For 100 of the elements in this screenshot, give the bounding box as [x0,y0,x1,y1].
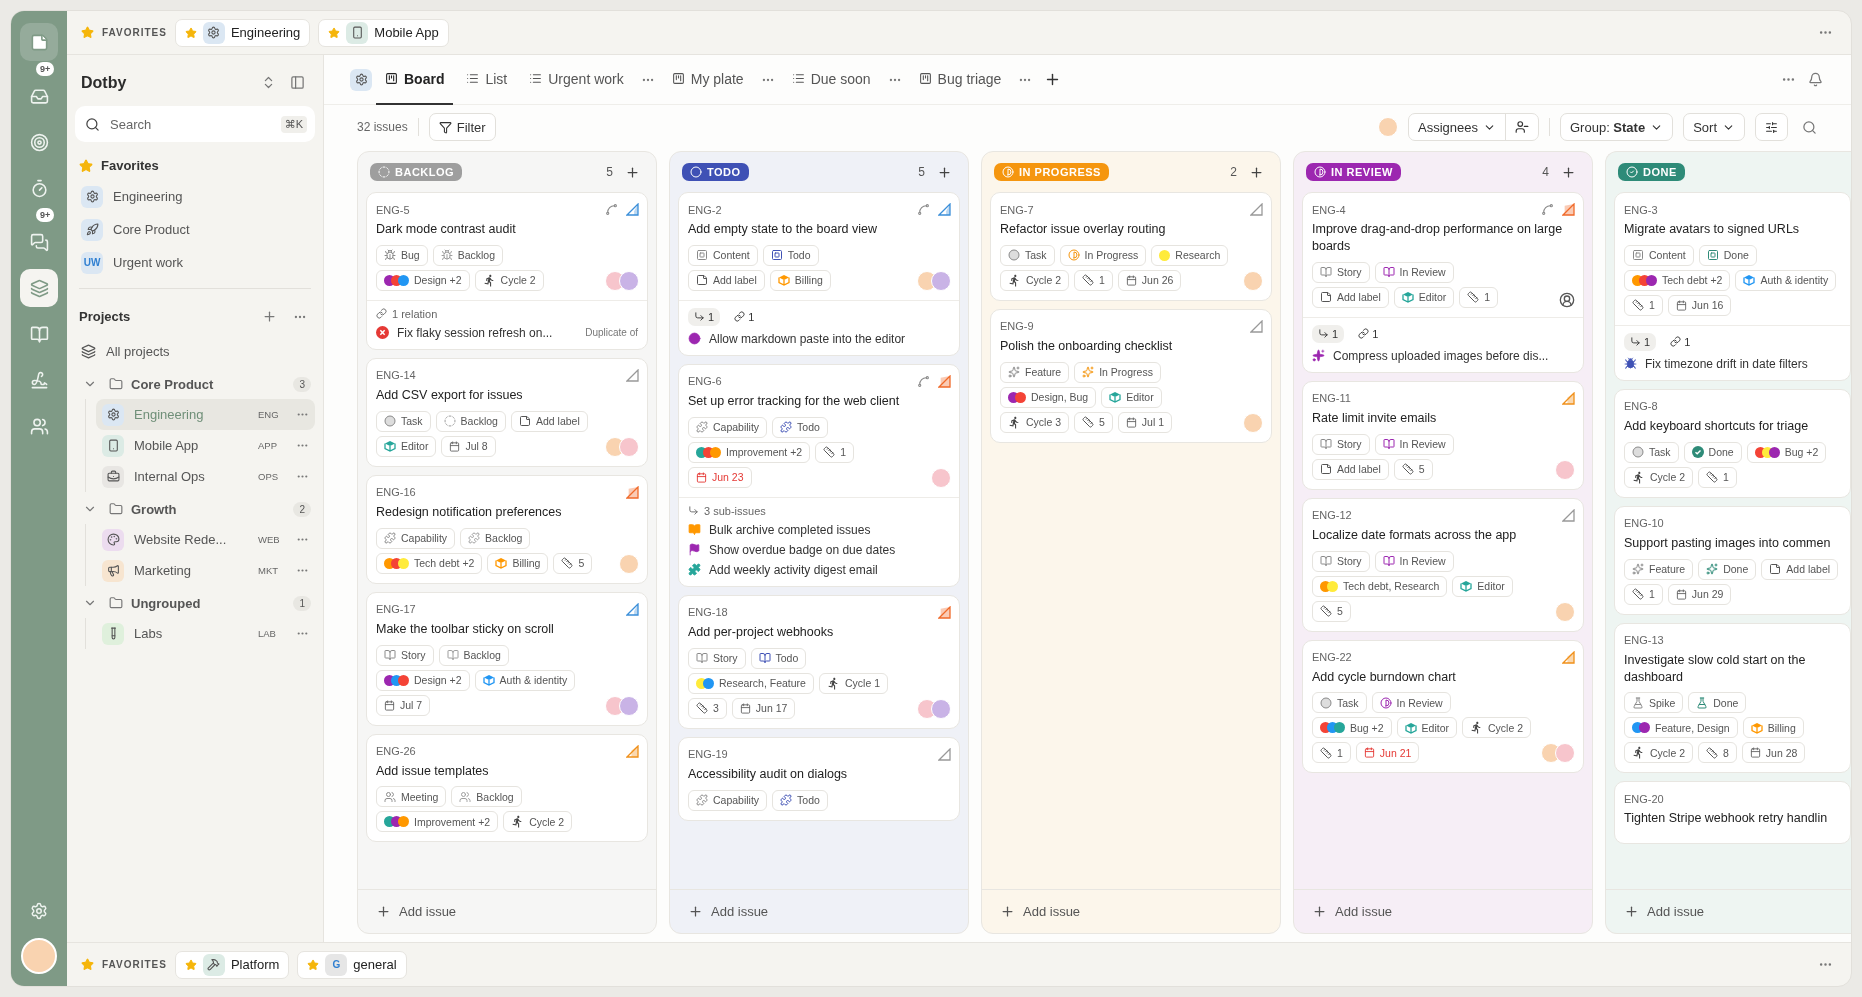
due-date-chip[interactable]: Jul 8 [441,435,496,457]
add-issue-button[interactable]: Add issue [682,903,775,920]
state-chip[interactable]: Done [1698,244,1757,266]
project-item[interactable]: Marketing MKT [96,555,315,586]
project-chip[interactable]: Editor [1101,386,1162,408]
linked-issue-title[interactable]: Bulk archive completed issues [709,522,950,537]
type-chip[interactable]: Feature [1000,361,1070,383]
favorite-item[interactable]: UW Urgent work [75,247,315,278]
issue-card[interactable]: ENG-26 Add issue templates Meeting Backlog Improvement +2 Cycle 2 [366,733,648,843]
project-item[interactable]: Mobile App APP [96,430,315,461]
favorite-chip[interactable]: Platform [174,950,290,979]
add-issue-button[interactable]: Add issue [1306,903,1399,920]
due-date-chip[interactable]: Jul 1 [1117,411,1173,433]
project-chip[interactable]: Editor [1452,575,1513,597]
add-label-chip[interactable]: Add label [1761,558,1839,580]
project-chip[interactable]: Billing [769,269,831,291]
label-chip[interactable]: Design, Bug [1000,386,1097,408]
type-chip[interactable]: Task [376,410,431,432]
avatar[interactable] [619,436,639,457]
type-chip[interactable]: Feature [1624,558,1694,580]
avatar[interactable] [1378,117,1398,137]
issue-card[interactable]: ENG-11 Rate limit invite emails Story In Review Add label 5 [1302,380,1584,490]
state-chip[interactable]: Todo [772,416,828,438]
state-chip[interactable]: In Review [1374,550,1454,572]
label-chip[interactable]: Bug +2 [1746,441,1827,463]
view-tab[interactable]: Bug triage [909,54,1011,105]
label-chip[interactable]: Improvement +2 [376,811,499,833]
state-chip[interactable]: Backlog [435,410,506,432]
linked-issue-title[interactable]: Compress uploaded images before dis... [1333,348,1574,363]
type-chip[interactable]: Task [1624,441,1679,463]
estimate-chip[interactable]: 1 [1624,294,1663,316]
due-date-chip[interactable]: Jun 26 [1117,269,1182,291]
avatar[interactable] [1243,270,1263,291]
project-chip[interactable]: Editor [376,435,437,457]
state-chip[interactable]: In Review [1374,261,1454,283]
display-settings-button[interactable] [1755,113,1788,141]
type-chip[interactable]: Task [1312,692,1367,714]
add-issue-button[interactable]: Add issue [1618,903,1711,920]
issue-card[interactable]: ENG-6 Set up error tracking for the web client Capability Todo Improvement +2 1 Jun 23 3 sub-issues Bulk archive completed issues Show overdue badge on due dates Add weekly activity digest email [678,363,960,587]
estimate-chip[interactable]: 3 [688,697,727,719]
layers-button[interactable] [20,269,58,307]
label-chip[interactable]: Research [1151,244,1229,266]
estimate-chip[interactable]: 1 [1698,466,1737,488]
issue-card[interactable]: ENG-7 Refactor issue overlay routing Task In Progress Research Cycle 2 1 Jun 26 [990,192,1272,301]
issue-card[interactable]: ENG-4 Improve drag-and-drop performance on large boards Story In Review Add label Editor 1 1 1 Compress uploaded images before dis... [1302,192,1584,373]
due-date-chip[interactable]: Jun 17 [731,697,796,719]
due-date-chip[interactable]: Jun 21 [1355,742,1420,764]
type-chip[interactable]: Story [688,647,746,669]
avatar[interactable] [931,270,951,291]
type-chip[interactable]: Story [376,644,434,666]
avatar[interactable] [1555,601,1575,622]
label-chip[interactable]: Research, Feature [688,672,814,694]
state-chip[interactable]: Done [1683,441,1742,463]
issue-card[interactable]: ENG-20 Tighten Stripe webhook retry handlin [1614,781,1851,845]
favorite-item[interactable]: Core Product [75,214,315,245]
estimate-chip[interactable]: 1 [815,441,854,463]
view-tab[interactable]: Due soon [782,54,880,105]
due-date-chip[interactable]: Jul 7 [376,694,431,716]
estimate-chip[interactable]: 1 [1074,269,1113,291]
favorite-item[interactable]: Engineering [75,181,315,212]
linked-issue-title[interactable]: Show overdue badge on due dates [709,542,950,557]
label-chip[interactable]: Tech debt +2 [1624,269,1731,291]
issue-card[interactable]: ENG-19 Accessibility audit on dialogs Capability Todo [678,736,960,821]
state-chip[interactable]: In Progress [1059,244,1147,266]
project-chip[interactable]: Auth & identity [1735,269,1837,291]
avatar[interactable] [1243,412,1263,433]
type-chip[interactable]: Meeting [376,786,447,808]
project-item[interactable]: Internal Ops OPS [96,461,315,492]
project-chip[interactable]: Billing [1742,717,1804,739]
state-chip[interactable]: Backlog [460,527,531,549]
user-avatar[interactable] [21,938,57,974]
add-label-chip[interactable]: Add label [688,269,765,291]
state-chip[interactable]: Todo [772,789,828,811]
estimate-chip[interactable]: 1 [1312,742,1351,764]
cycle-chip[interactable]: Cycle 2 [1624,466,1693,488]
issue-card[interactable]: ENG-12 Localize date formats across the app Story In Review Tech debt, Research Editor 5 [1302,497,1584,632]
estimate-chip[interactable]: 5 [1312,600,1351,622]
project-chip[interactable]: Auth & identity [474,669,576,691]
link-count[interactable]: 1 [1664,332,1697,351]
estimate-chip[interactable]: 5 [1074,411,1113,433]
project-item[interactable]: Engineering ENG [96,399,315,430]
avatar[interactable] [931,698,951,719]
unassigned-icon[interactable] [1559,291,1575,308]
estimate-chip[interactable]: 8 [1698,742,1737,764]
avatar[interactable] [619,553,639,574]
due-date-chip[interactable]: Jun 23 [688,466,752,488]
view-tab[interactable]: Urgent work [520,54,633,105]
cycle-chip[interactable]: Cycle 2 [1462,717,1532,739]
cycle-chip[interactable]: Cycle 1 [818,672,888,694]
linked-issue-title[interactable]: Fix flaky session refresh on... [397,325,578,340]
type-chip[interactable]: Capability [688,789,768,811]
state-chip[interactable]: Todo [762,244,819,266]
type-chip[interactable]: Capability [688,416,768,438]
label-chip[interactable]: Design +2 [376,269,470,291]
linked-issue-title[interactable]: Allow markdown paste into the editor [709,331,950,346]
avatar[interactable] [619,695,639,716]
due-date-chip[interactable]: Jun 28 [1741,742,1806,764]
label-chip[interactable]: Tech debt +2 [376,552,483,574]
type-chip[interactable]: Bug [376,244,428,266]
label-chip[interactable]: Bug +2 [1312,717,1392,739]
